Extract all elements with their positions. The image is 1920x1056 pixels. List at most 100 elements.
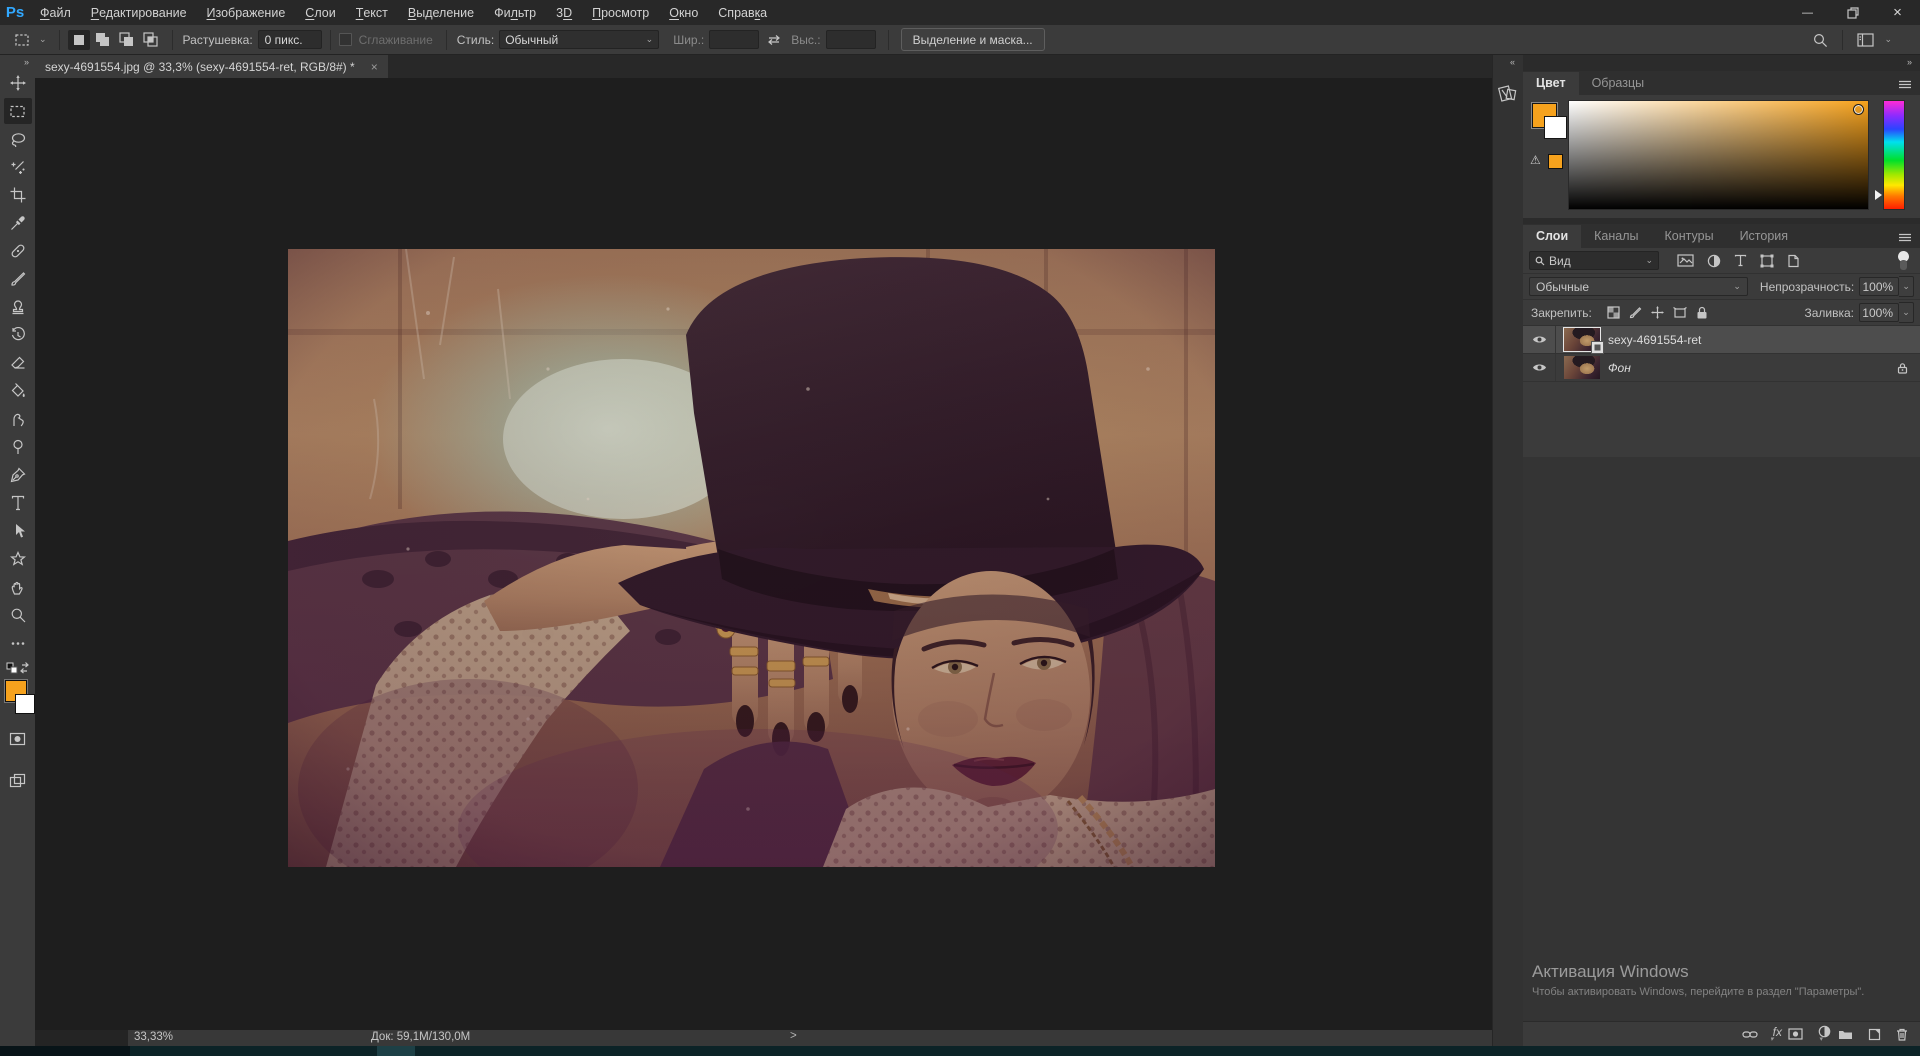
adjustment-layer-icon[interactable]: ▾ (1818, 1025, 1823, 1043)
panel-menu-icon[interactable] (1890, 227, 1920, 248)
restore-button[interactable] (1830, 0, 1875, 25)
feather-input[interactable]: 0 пикс. (258, 30, 322, 49)
delete-layer-icon[interactable] (1896, 1028, 1908, 1041)
document-tab[interactable]: sexy-4691554.jpg @ 33,3% (sexy-4691554-r… (35, 55, 388, 78)
hand-tool[interactable] (4, 574, 32, 600)
layer-thumbnail[interactable] (1564, 356, 1600, 379)
canvas-image[interactable] (288, 249, 1215, 867)
eyedropper-tool[interactable] (4, 210, 32, 236)
screen-mode-button[interactable] (4, 767, 32, 793)
opacity-input[interactable]: 100% (1859, 277, 1899, 296)
eraser-tool[interactable] (4, 350, 32, 376)
gamut-warning-swatch[interactable] (1548, 154, 1563, 169)
filter-shape-layers-icon[interactable] (1760, 254, 1774, 268)
lock-position-icon[interactable] (1651, 306, 1664, 319)
lock-artboard-icon[interactable] (1673, 306, 1687, 319)
width-input[interactable] (709, 30, 759, 49)
search-icon[interactable] (1812, 32, 1828, 48)
lock-pixels-icon[interactable] (1629, 306, 1642, 319)
swap-dimensions-icon[interactable] (767, 34, 781, 46)
clone-stamp-tool[interactable] (4, 294, 32, 320)
style-select[interactable]: Обычный⌄ (499, 30, 659, 49)
hue-slider-marker[interactable] (1875, 190, 1887, 200)
path-selection-tool[interactable] (4, 518, 32, 544)
background-color-swatch[interactable] (15, 694, 35, 714)
minimize-button[interactable]: — (1785, 0, 1830, 25)
pen-tool[interactable] (4, 462, 32, 488)
close-button[interactable]: × (1875, 0, 1920, 25)
fill-input[interactable]: 100% (1859, 303, 1899, 322)
type-tool[interactable] (4, 490, 32, 516)
docked-panel-icon[interactable] (1497, 77, 1519, 107)
lock-transparency-icon[interactable] (1607, 306, 1620, 319)
tab-layers[interactable]: Слои (1523, 225, 1581, 248)
new-selection-button[interactable] (68, 30, 90, 50)
more-tools-icon[interactable] (4, 630, 32, 656)
intersect-selection-button[interactable] (140, 30, 162, 50)
brush-tool[interactable] (4, 266, 32, 292)
color-field-cursor[interactable] (1853, 104, 1864, 115)
layer-style-fx-icon[interactable]: fx▾ (1773, 1025, 1774, 1043)
new-layer-icon[interactable] (1868, 1028, 1881, 1041)
move-tool[interactable] (4, 70, 32, 96)
menu-file[interactable]: Файл (30, 0, 81, 25)
add-layer-mask-icon[interactable] (1788, 1028, 1803, 1040)
link-layers-icon[interactable] (1742, 1030, 1758, 1039)
menu-select[interactable]: Выделение (398, 0, 484, 25)
tab-paths[interactable]: Контуры (1652, 225, 1727, 248)
tab-channels[interactable]: Каналы (1581, 225, 1651, 248)
subtract-from-selection-button[interactable] (116, 30, 138, 50)
filter-adjustment-layers-icon[interactable] (1707, 254, 1721, 268)
filter-pixel-layers-icon[interactable] (1677, 254, 1694, 267)
menu-edit[interactable]: Редактирование (81, 0, 197, 25)
menu-layers[interactable]: Слои (295, 0, 345, 25)
filter-smart-objects-icon[interactable] (1787, 254, 1800, 268)
rectangular-marquee-tool[interactable] (4, 98, 32, 124)
menu-type[interactable]: Текст (346, 0, 398, 25)
layer-thumbnail[interactable] (1564, 328, 1600, 351)
menu-view[interactable]: Просмотр (582, 0, 659, 25)
layer-filter-select[interactable]: Вид ⌄ (1529, 251, 1659, 270)
workspace-icon[interactable]: ⌄ (1857, 33, 1892, 47)
quick-mask-button[interactable] (4, 726, 32, 752)
menu-window[interactable]: Окно (659, 0, 708, 25)
status-chevron-icon[interactable]: > (790, 1030, 797, 1042)
layer-row-background[interactable]: Фон (1523, 354, 1920, 382)
lasso-tool[interactable] (4, 126, 32, 152)
layer-filtering-toggle[interactable] (1897, 251, 1910, 271)
layer-name[interactable]: sexy-4691554-ret (1608, 333, 1701, 347)
tool-preset-picker[interactable]: ⌄ (10, 31, 51, 49)
canvas-area[interactable] (35, 78, 1493, 1030)
select-and-mask-button[interactable]: Выделение и маска... (901, 28, 1045, 51)
blend-mode-select[interactable]: Обычные⌄ (1529, 277, 1748, 296)
menu-filter[interactable]: Фильтр (484, 0, 546, 25)
default-swap-colors-icon[interactable] (5, 661, 31, 675)
filter-type-layers-icon[interactable] (1734, 254, 1747, 267)
tab-history[interactable]: История (1727, 225, 1801, 248)
expand-panels-icon[interactable]: » (1907, 57, 1912, 67)
height-input[interactable] (826, 30, 876, 49)
paint-bucket-tool[interactable] (4, 378, 32, 404)
zoom-level-field[interactable]: 33,33% (134, 1031, 173, 1043)
tab-color[interactable]: Цвет (1523, 72, 1579, 95)
layer-visibility-toggle[interactable] (1523, 354, 1556, 381)
background-color-swatch[interactable] (1544, 116, 1567, 139)
gamut-warning-icon[interactable]: ⚠ (1530, 153, 1541, 167)
anti-alias-checkbox[interactable] (339, 33, 352, 46)
saturation-brightness-field[interactable] (1568, 100, 1869, 210)
menu-image[interactable]: Изображение (197, 0, 296, 25)
layer-row-retouch[interactable]: sexy-4691554-ret (1523, 326, 1920, 354)
crop-tool[interactable] (4, 182, 32, 208)
lock-all-icon[interactable] (1696, 306, 1708, 319)
history-brush-tool[interactable] (4, 322, 32, 348)
expand-tools-icon[interactable]: » (24, 55, 35, 69)
layer-visibility-toggle[interactable] (1523, 326, 1556, 353)
add-to-selection-button[interactable] (92, 30, 114, 50)
custom-shape-tool[interactable] (4, 546, 32, 572)
panel-menu-icon[interactable] (1890, 74, 1920, 95)
smudge-tool[interactable] (4, 406, 32, 432)
menu-help[interactable]: Справка (708, 0, 777, 25)
fill-dropdown-icon[interactable]: ⌄ (1899, 302, 1914, 323)
opacity-dropdown-icon[interactable]: ⌄ (1899, 276, 1914, 297)
spot-healing-brush-tool[interactable] (4, 238, 32, 264)
